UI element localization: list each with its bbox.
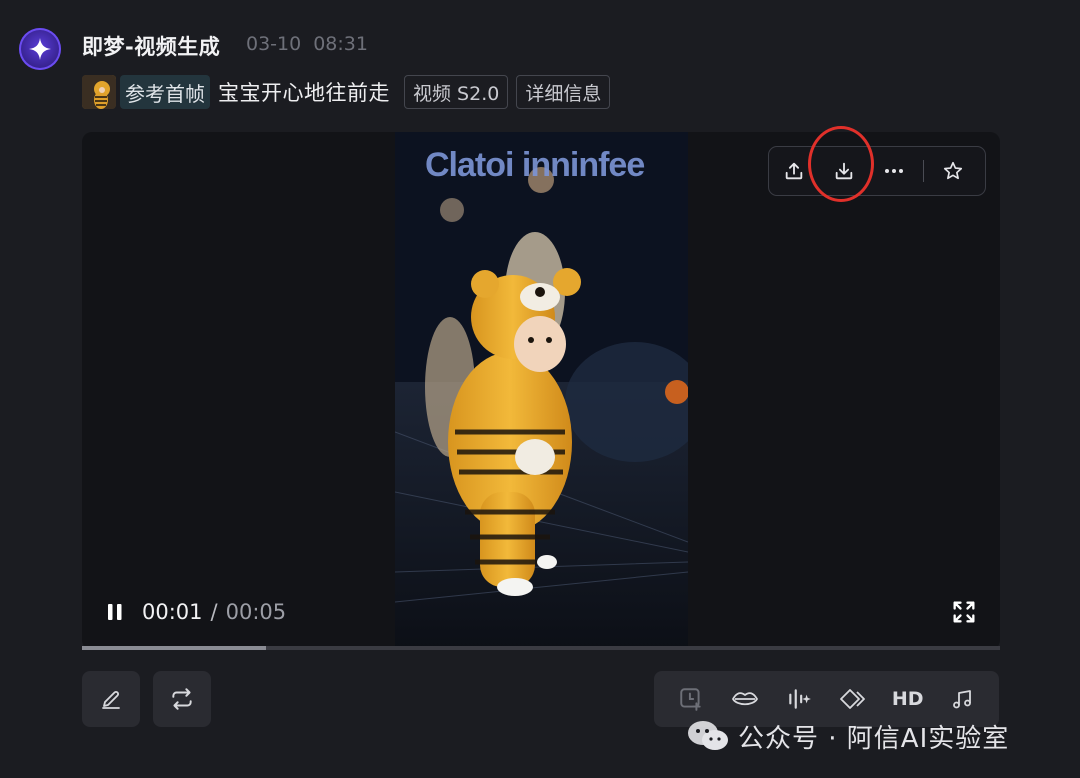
model-chip[interactable]: 视频 S2.0 [404,75,509,109]
time-separator: / [210,600,218,624]
music-button[interactable] [944,681,980,717]
watermark-text: 公众号 · 阿信AI实验室 [738,723,1010,754]
time-label: 08:31 [313,33,368,55]
video-progress-bar[interactable] [82,646,1000,650]
date-label: 03-10 [246,33,302,55]
video-progress-fill [82,646,266,650]
details-chip[interactable]: 详细信息 [516,75,611,109]
message-card: 即梦-视频生成 03-10 08:31 参考首帧 宝宝开心地往前走 视频 S2.0… [0,0,1080,778]
video-frame[interactable]: Clatoi inninfee [395,132,688,650]
download-icon [835,162,853,180]
bot-avatar[interactable] [19,28,61,70]
prompt-text: 宝宝开心地往前走 [218,81,390,105]
timestamp: 03-10 08:31 [246,33,380,55]
video-toolbar [768,146,986,196]
playback-controls: 00:01 / 00:05 [104,596,286,628]
star-icon [943,161,963,180]
share-button[interactable] [769,146,819,196]
regenerate-button[interactable] [153,671,211,727]
add-frame-icon [680,688,701,711]
favorite-button[interactable] [928,146,978,196]
reference-thumbnail[interactable] [82,75,116,109]
audio-wave-icon [789,689,812,709]
frame-sign-text: Clatoi inninfee [425,146,645,184]
lip-sync-icon [732,692,759,706]
edit-icon [102,691,120,709]
interpolate-icon [839,689,865,709]
current-time: 00:01 [142,600,203,624]
download-button[interactable] [819,146,869,196]
more-icon [885,169,903,173]
fullscreen-icon [953,601,975,623]
wechat-logo-icon [688,721,728,750]
duration: 00:05 [225,600,287,624]
regenerate-icon [172,688,192,710]
tiger-thumbnail-image [82,75,116,109]
lip-sync-button[interactable] [727,681,763,717]
wechat-watermark: 公众号 · 阿信AI实验室 [686,716,1009,756]
runway-scene-image [395,132,688,650]
add-frame-button[interactable] [673,681,709,717]
audio-button[interactable] [781,681,817,717]
fullscreen-button[interactable] [950,598,978,626]
edit-button[interactable] [82,671,140,727]
reference-frame-tag[interactable]: 参考首帧 [120,75,210,109]
interpolate-button[interactable] [836,681,872,717]
prompt-row: 参考首帧 宝宝开心地往前走 视频 S2.0 详细信息 [82,74,618,110]
hd-button[interactable]: HD [890,681,926,717]
sparkle-icon [29,38,51,60]
more-button[interactable] [869,146,919,196]
video-player[interactable]: Clatoi inninfee [82,132,1000,650]
toolbar-divider [923,160,924,182]
pause-icon[interactable] [104,601,126,623]
upload-icon [785,162,803,180]
sender-name: 即梦-视频生成 [82,35,221,59]
music-icon [952,690,971,709]
